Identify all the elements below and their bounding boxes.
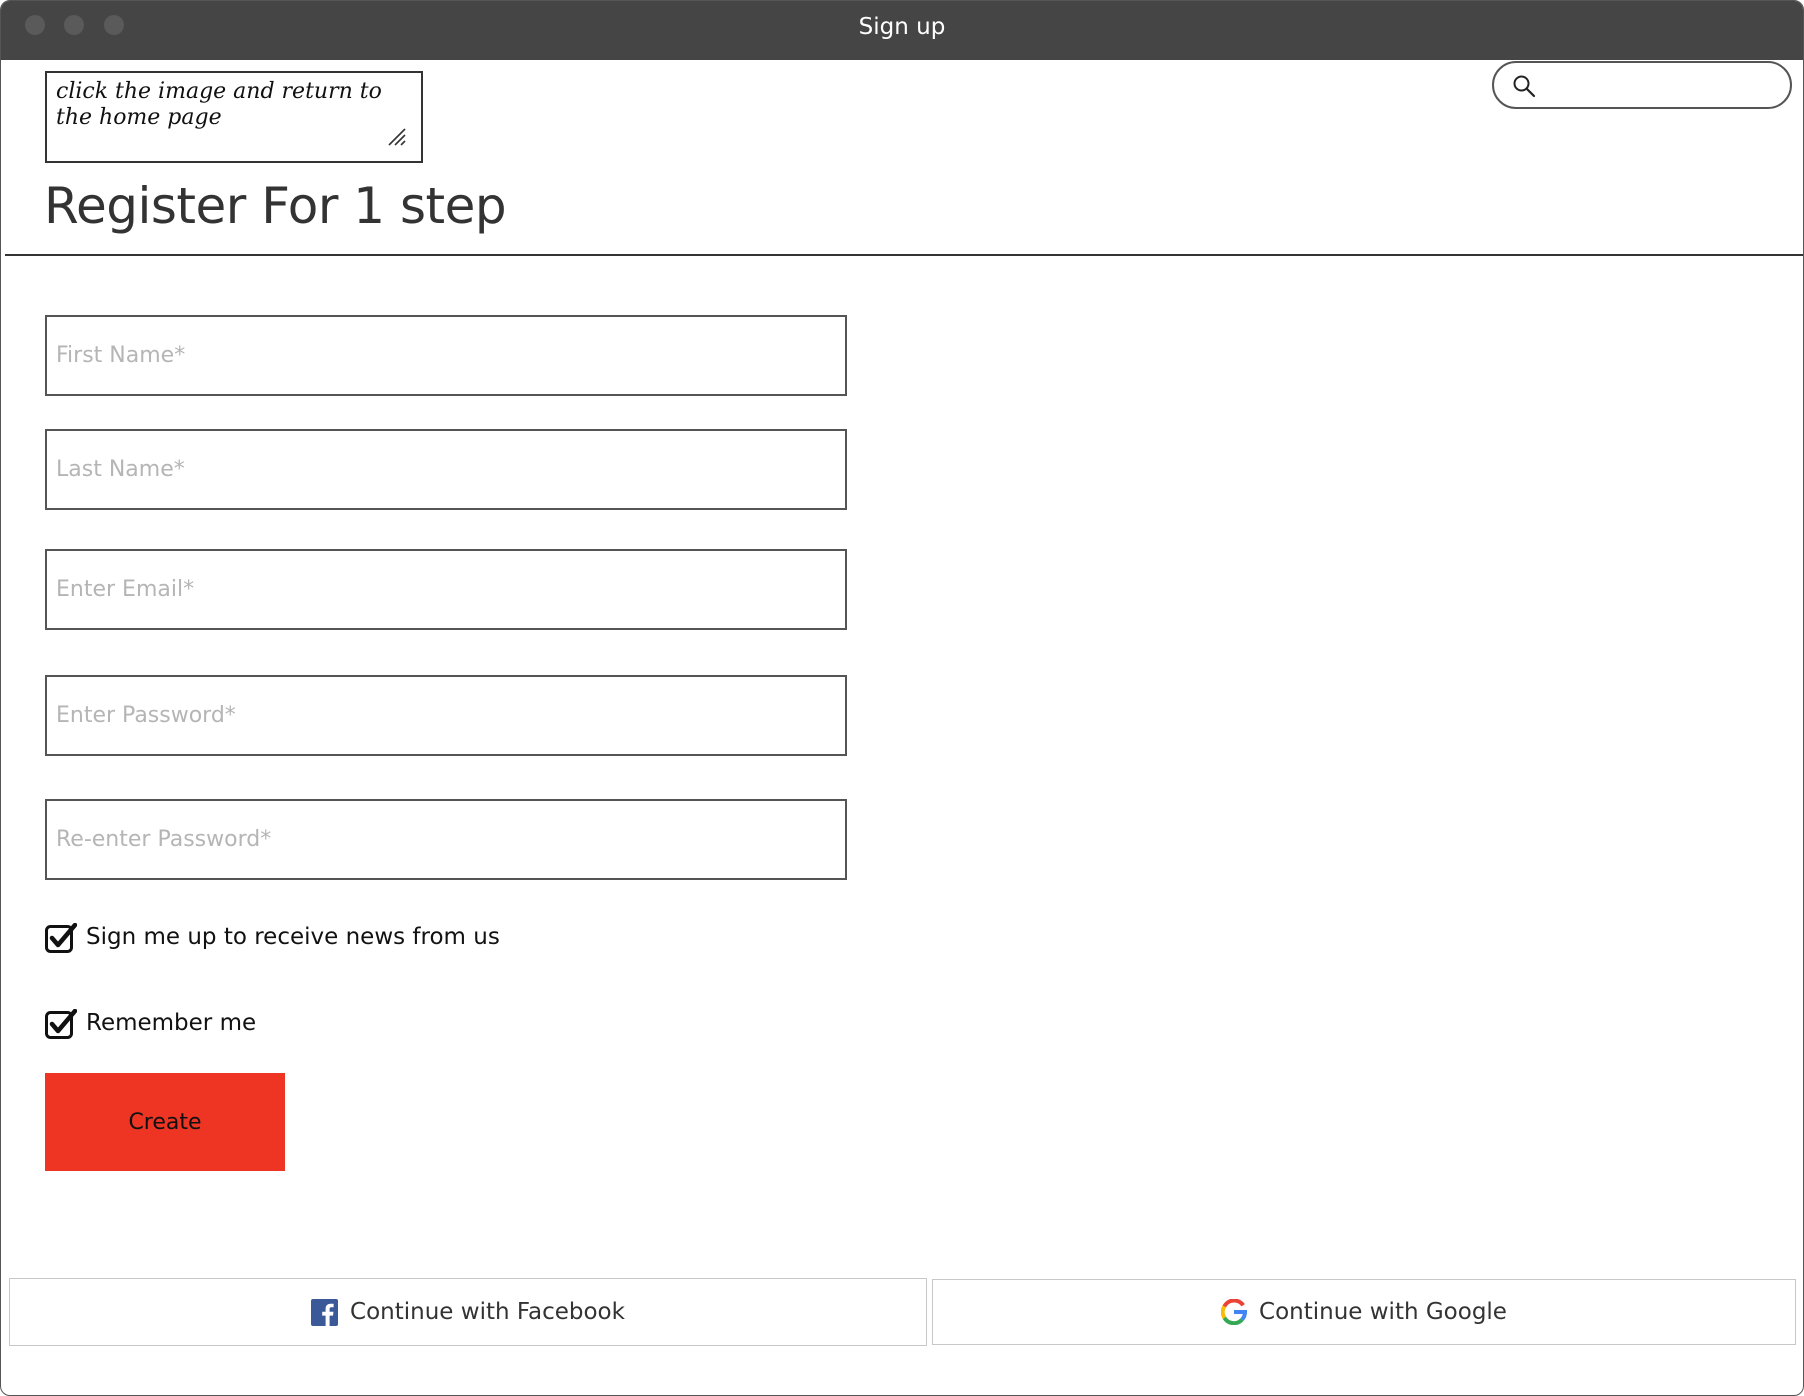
last-name-field[interactable] <box>45 429 847 510</box>
browser-window: Sign up click the image and return to th… <box>0 0 1804 1396</box>
facebook-button-label: Continue with Facebook <box>350 1299 625 1325</box>
header-divider <box>5 254 1803 256</box>
newsletter-checkbox[interactable] <box>45 923 77 953</box>
page-title: Register For 1 step <box>44 177 507 235</box>
search-icon <box>1513 75 1536 98</box>
continue-with-facebook-button[interactable]: Continue with Facebook <box>9 1278 927 1346</box>
remember-me-checkbox[interactable] <box>45 1009 77 1039</box>
create-button[interactable]: Create <box>45 1073 285 1171</box>
search-box[interactable] <box>1492 61 1792 109</box>
google-icon <box>1221 1299 1248 1325</box>
email-field[interactable] <box>45 549 847 630</box>
remember-me-label: Remember me <box>86 1010 257 1036</box>
first-name-field[interactable] <box>45 315 847 396</box>
resize-handle-icon <box>388 128 406 146</box>
newsletter-checkbox-label: Sign me up to receive news from us <box>86 924 500 950</box>
continue-with-google-button[interactable]: Continue with Google <box>932 1279 1796 1345</box>
window-title: Sign up <box>858 14 946 40</box>
annotation-note-text: click the image and return to the home p… <box>56 79 382 130</box>
reenter-password-field[interactable] <box>45 799 847 880</box>
password-field[interactable] <box>45 675 847 756</box>
facebook-icon <box>311 1298 339 1326</box>
title-bar: Sign up <box>1 1 1803 60</box>
google-button-label: Continue with Google <box>1259 1299 1507 1325</box>
annotation-note: click the image and return to the home p… <box>45 71 423 163</box>
